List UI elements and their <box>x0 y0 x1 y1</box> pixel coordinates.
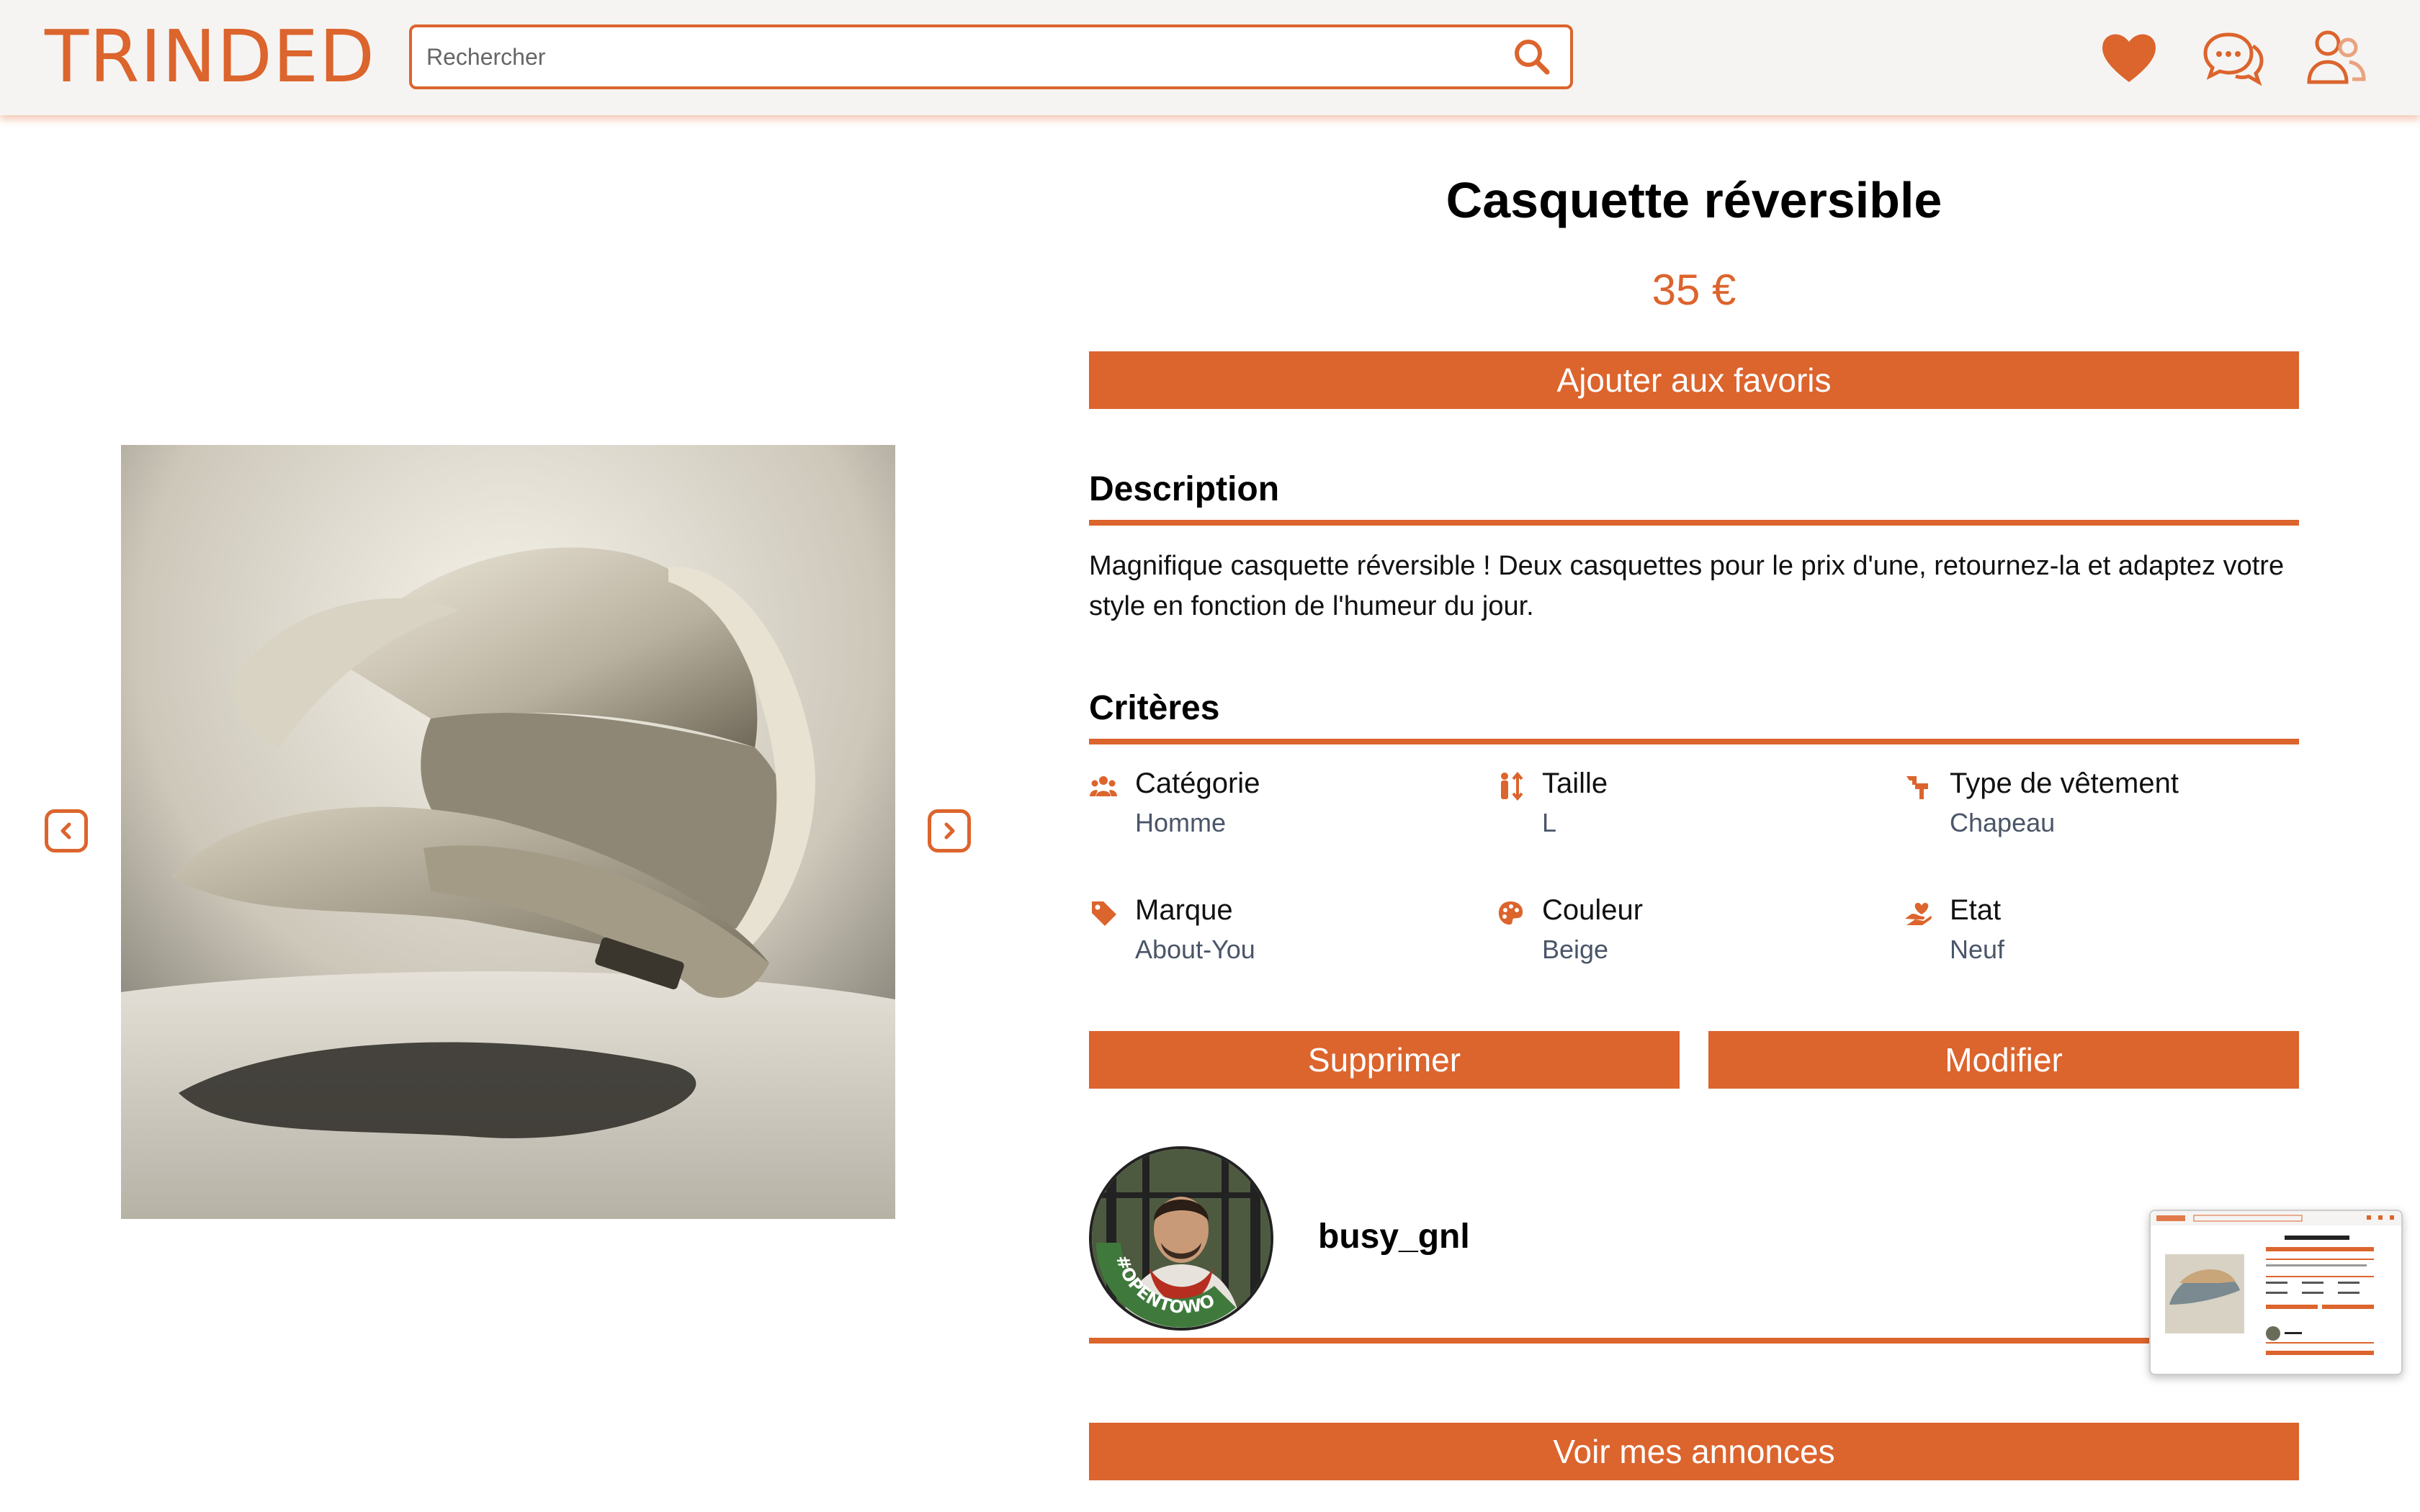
people-icon <box>1090 776 1117 796</box>
criterion-brand: Marque About-You <box>1089 894 1464 973</box>
criterion-label: Catégorie <box>1135 768 1260 799</box>
delete-button[interactable]: Supprimer <box>1089 1031 1680 1089</box>
criterion-clothing-type: Type de vêtement Chapeau <box>1904 768 2278 847</box>
criterion-label: Type de vêtement <box>1950 768 2179 799</box>
product-image <box>121 445 895 1219</box>
criterion-value: Neuf <box>1950 935 2005 964</box>
criteria-heading: Critères <box>1089 689 1220 727</box>
product-description: Magnifique casquette réversible ! Deux c… <box>1089 551 2285 621</box>
criterion-color: Couleur Beige <box>1496 894 1870 973</box>
top-navbar: TRINDED <box>0 0 2420 115</box>
search-input[interactable] <box>426 27 1478 86</box>
criterion-value: About-You <box>1135 935 1255 964</box>
criterion-value: Beige <box>1542 935 1609 964</box>
carousel-next-button[interactable] <box>928 809 971 852</box>
search-icon[interactable] <box>1512 37 1551 76</box>
description-divider <box>1089 520 2299 526</box>
chevron-right-icon <box>944 822 955 840</box>
criterion-value: Chapeau <box>1950 808 2056 837</box>
site-logo[interactable]: TRINDED <box>45 14 375 99</box>
users-icon[interactable] <box>2302 24 2368 91</box>
palette-icon <box>1498 901 1523 925</box>
heart-icon[interactable] <box>2096 24 2162 91</box>
criterion-label: Marque <box>1135 894 1233 926</box>
size-icon <box>1501 772 1523 801</box>
product-title: Casquette réversible <box>1446 172 1942 228</box>
view-listings-button[interactable]: Voir mes annonces <box>1089 1423 2299 1480</box>
clothing-icon <box>1906 776 1928 799</box>
criterion-label: Couleur <box>1542 894 1644 926</box>
criterion-category: Catégorie Homme <box>1089 768 1464 847</box>
criterion-size: Taille L <box>1496 768 1870 847</box>
criterion-condition: Etat Neuf <box>1904 894 2278 973</box>
screenshot-preview-thumbnail[interactable] <box>2149 1210 2403 1375</box>
edit-button[interactable]: Modifier <box>1708 1031 2299 1089</box>
criterion-value: Homme <box>1135 808 1227 837</box>
chat-bubbles-icon[interactable] <box>2200 24 2266 91</box>
search-bar <box>409 24 1573 89</box>
seller-username[interactable]: busy_gnl <box>1318 1217 1470 1256</box>
seller-divider <box>1089 1338 2299 1344</box>
seller-avatar[interactable]: #OPENTOWORK <box>1089 1146 1273 1331</box>
criterion-label: Etat <box>1950 894 2002 926</box>
criterion-value: L <box>1542 808 1557 837</box>
hand-heart-icon <box>1905 903 1932 925</box>
chevron-left-icon <box>60 822 71 840</box>
carousel-prev-button[interactable] <box>45 809 88 852</box>
tag-icon <box>1092 901 1116 926</box>
description-heading: Description <box>1089 470 1280 508</box>
criterion-label: Taille <box>1542 768 1608 799</box>
product-price: 35 € <box>1652 266 1736 314</box>
add-to-favorites-button[interactable]: Ajouter aux favoris <box>1089 351 2299 409</box>
criteria-divider <box>1089 739 2299 744</box>
